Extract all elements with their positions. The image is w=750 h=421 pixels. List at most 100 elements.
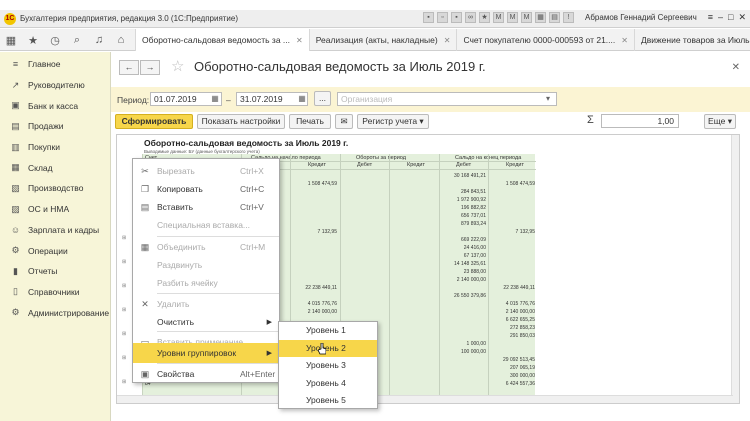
sum-field[interactable]: 1,00 bbox=[601, 114, 679, 128]
cell[interactable]: 1 000,00 bbox=[443, 341, 486, 347]
menu-item-level-3[interactable]: Уровень 3 bbox=[279, 357, 377, 375]
memory-minus-icon[interactable]: M bbox=[507, 12, 518, 23]
favorite-star-icon[interactable]: ☆ bbox=[171, 57, 184, 75]
sidebar-item-directory[interactable]: ▯ Справочники bbox=[0, 282, 110, 303]
vertical-scrollbar[interactable] bbox=[731, 135, 739, 403]
cell[interactable]: 656 737,01 bbox=[443, 213, 486, 219]
cell[interactable]: 7 132,95 bbox=[293, 229, 337, 235]
group-marker[interactable]: ⊞ bbox=[122, 379, 126, 385]
cell[interactable]: 207 065,19 bbox=[492, 365, 535, 371]
sidebar-item-manager[interactable]: ↗ Руководителю bbox=[0, 75, 110, 96]
cell[interactable]: 1 508 474,59 bbox=[492, 181, 535, 187]
calculator-icon[interactable]: ▤ bbox=[549, 12, 560, 23]
cell[interactable]: 14 148 325,61 bbox=[443, 261, 486, 267]
menu-item-level-4[interactable]: Уровень 4 bbox=[279, 375, 377, 393]
register-button[interactable]: Регистр учета ▾ bbox=[357, 114, 429, 129]
cell[interactable]: 6 622 655,25 bbox=[492, 317, 535, 323]
close-tab-icon[interactable]: ✕ bbox=[621, 36, 628, 45]
close-tab-icon[interactable]: ✕ bbox=[296, 36, 303, 45]
memory-recall-icon[interactable]: M bbox=[521, 12, 532, 23]
cell[interactable]: 2 140 000,00 bbox=[492, 309, 535, 315]
sidebar-item-bank[interactable]: ▣ Банк и касса bbox=[0, 95, 110, 116]
home-icon[interactable]: ⌂ bbox=[110, 29, 132, 51]
menu-item-level-1[interactable]: Уровень 1 bbox=[279, 322, 377, 340]
menu-item-level-5[interactable]: Уровень 5 bbox=[279, 392, 377, 410]
back-button[interactable]: ← bbox=[119, 60, 139, 75]
cell[interactable]: 2 140 000,00 bbox=[443, 277, 486, 283]
search-icon[interactable]: ⌕ bbox=[66, 29, 88, 51]
print-icon[interactable]: ▫ bbox=[437, 12, 448, 23]
calendar-icon[interactable]: ▦ bbox=[535, 12, 546, 23]
sidebar-item-operations[interactable]: ⚙ Операции bbox=[0, 240, 110, 261]
bell-icon[interactable]: ♫ bbox=[88, 29, 110, 51]
tab-realization[interactable]: Реализация (акты, накладные) ✕ bbox=[308, 29, 457, 51]
calendar-icon[interactable]: ▦ bbox=[296, 92, 308, 106]
group-marker[interactable]: ⊞ bbox=[122, 259, 126, 265]
current-user[interactable]: Абрамов Геннадий Сергеевич bbox=[585, 13, 697, 22]
cell[interactable]: 291 850,03 bbox=[492, 333, 535, 339]
group-marker[interactable]: ⊞ bbox=[122, 355, 126, 361]
close-window-icon[interactable]: ✕ bbox=[738, 12, 746, 23]
menu-item-merge[interactable]: ▦ Объединить Ctrl+M bbox=[133, 237, 279, 257]
notification-icon[interactable]: ! bbox=[563, 12, 574, 23]
grid-menu-icon[interactable]: ▦ bbox=[0, 29, 22, 51]
link-icon[interactable]: ∞ bbox=[465, 12, 476, 23]
cell[interactable]: 29 092 513,45 bbox=[492, 357, 535, 363]
group-marker[interactable]: ⊞ bbox=[122, 307, 126, 313]
group-marker[interactable]: ⊞ bbox=[122, 331, 126, 337]
sidebar-item-sales[interactable]: ▤ Продажи bbox=[0, 116, 110, 137]
cell[interactable]: 6 424 557,36 bbox=[492, 381, 535, 387]
cell[interactable]: 24 416,00 bbox=[443, 245, 486, 251]
sidebar-item-purchases[interactable]: ▥ Покупки bbox=[0, 137, 110, 158]
envelope-icon[interactable]: ✉ bbox=[335, 114, 353, 129]
organization-field[interactable]: Организация bbox=[337, 92, 557, 106]
cell[interactable]: 300 000,00 bbox=[492, 373, 535, 379]
cell[interactable]: 67 137,00 bbox=[443, 253, 486, 259]
horizontal-scrollbar[interactable] bbox=[117, 395, 733, 403]
cell[interactable]: 23 888,00 bbox=[443, 269, 486, 275]
cell[interactable]: 1 508 474,59 bbox=[293, 181, 337, 187]
show-settings-button[interactable]: Показать настройки bbox=[197, 114, 285, 129]
generate-button[interactable]: Сформировать bbox=[115, 114, 193, 129]
sidebar-item-salary[interactable]: ☺ Зарплата и кадры bbox=[0, 220, 110, 241]
sidebar-item-admin[interactable]: ⚙ Администрирование bbox=[0, 302, 110, 323]
sidebar-item-main[interactable]: ≡ Главное bbox=[0, 54, 110, 75]
tab-invoice[interactable]: Счет покупателю 0000-000593 от 21.... ✕ bbox=[456, 29, 634, 51]
history-icon[interactable]: ◷ bbox=[44, 29, 66, 51]
cell[interactable]: 22 238 449,11 bbox=[492, 285, 535, 291]
preview-icon[interactable]: ▪ bbox=[451, 12, 462, 23]
cell[interactable]: 100 000,00 bbox=[443, 349, 486, 355]
favorites-icon[interactable]: ★ bbox=[479, 12, 490, 23]
period-select-button[interactable]: ... bbox=[314, 91, 331, 106]
cell[interactable]: 30 168 491,21 bbox=[443, 173, 486, 179]
minimize-icon[interactable]: – bbox=[718, 12, 723, 23]
menu-item-delete[interactable]: ✕ Удалить bbox=[133, 294, 279, 314]
tab-osv[interactable]: Оборотно-сальдовая ведомость за ... ✕ bbox=[135, 29, 309, 51]
forward-button[interactable]: → bbox=[140, 60, 160, 75]
menu-item-clear[interactable]: Очистить ▶ bbox=[133, 312, 279, 332]
chevron-down-icon[interactable]: ▾ bbox=[542, 92, 554, 106]
menu-item-level-2[interactable]: Уровень 2 bbox=[279, 339, 377, 357]
menu-item-split-cell[interactable]: Разбить ячейку bbox=[133, 273, 279, 293]
more-button[interactable]: Еще ▾ bbox=[704, 114, 736, 129]
tab-goods-movement[interactable]: Движение товаров за Июль 2019 г.✕ bbox=[633, 29, 750, 51]
cell[interactable]: 272 858,23 bbox=[492, 325, 535, 331]
menu-icon[interactable]: ≡ bbox=[708, 12, 713, 23]
sidebar-item-warehouse[interactable]: ▦ Склад bbox=[0, 157, 110, 178]
cell[interactable]: 4 015 776,76 bbox=[293, 301, 337, 307]
menu-item-expand[interactable]: Раздвинуть bbox=[133, 255, 279, 275]
sidebar-item-assets[interactable]: ▨ ОС и НМА bbox=[0, 199, 110, 220]
menu-item-copy[interactable]: ❐ Копировать Ctrl+C bbox=[133, 179, 279, 199]
cell[interactable]: 879 893,24 bbox=[443, 221, 486, 227]
calendar-icon[interactable]: ▦ bbox=[209, 92, 221, 106]
group-marker[interactable]: ⊞ bbox=[122, 283, 126, 289]
cell[interactable]: 284 843,51 bbox=[443, 189, 486, 195]
favorites-star-icon[interactable]: ★ bbox=[22, 29, 44, 51]
cell[interactable]: 2 140 000,00 bbox=[293, 309, 337, 315]
save-icon[interactable]: ▪ bbox=[423, 12, 434, 23]
cell[interactable]: 26 550 379,86 bbox=[443, 293, 486, 299]
menu-item-grouping-levels[interactable]: Уровни группировок ▶ bbox=[133, 343, 279, 363]
menu-item-properties[interactable]: ▣ Свойства Alt+Enter bbox=[133, 364, 279, 384]
cell[interactable]: 4 015 776,76 bbox=[492, 301, 535, 307]
menu-item-paste[interactable]: ▤ Вставить Ctrl+V bbox=[133, 197, 279, 217]
